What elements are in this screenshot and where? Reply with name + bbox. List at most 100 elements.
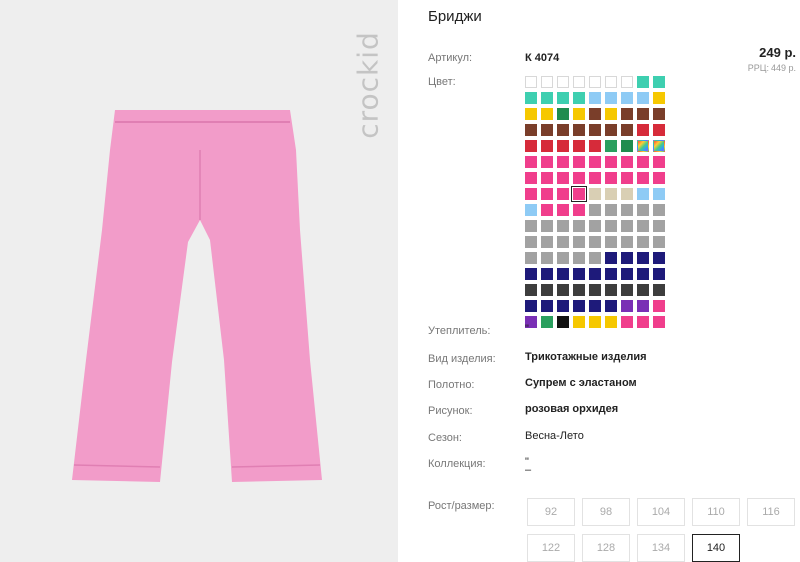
- color-swatch[interactable]: [589, 124, 601, 136]
- color-swatch[interactable]: [573, 220, 585, 232]
- color-swatch[interactable]: [525, 92, 537, 104]
- color-swatch[interactable]: [557, 124, 569, 136]
- color-swatch[interactable]: [605, 300, 617, 312]
- color-swatch[interactable]: [557, 188, 569, 200]
- size-option-116[interactable]: 116: [747, 498, 795, 526]
- color-swatch[interactable]: [541, 108, 553, 120]
- color-swatch[interactable]: [557, 300, 569, 312]
- color-swatch[interactable]: [525, 76, 537, 88]
- color-swatch[interactable]: [525, 108, 537, 120]
- color-swatch[interactable]: [589, 76, 601, 88]
- color-swatch[interactable]: [525, 220, 537, 232]
- color-swatch[interactable]: [541, 284, 553, 296]
- color-swatch[interactable]: [637, 156, 649, 168]
- color-swatch[interactable]: [621, 236, 633, 248]
- color-swatch[interactable]: [637, 172, 649, 184]
- color-swatch[interactable]: [621, 220, 633, 232]
- color-swatch[interactable]: [637, 188, 649, 200]
- color-swatch[interactable]: [573, 156, 585, 168]
- color-swatch[interactable]: [605, 284, 617, 296]
- color-swatch[interactable]: [621, 172, 633, 184]
- color-swatch[interactable]: [637, 92, 649, 104]
- color-swatch[interactable]: [653, 316, 665, 328]
- color-swatch[interactable]: [573, 300, 585, 312]
- color-swatch[interactable]: [557, 204, 569, 216]
- color-swatch[interactable]: [541, 124, 553, 136]
- color-swatch[interactable]: [557, 76, 569, 88]
- color-swatch[interactable]: [557, 220, 569, 232]
- color-swatch[interactable]: [589, 268, 601, 280]
- color-swatch[interactable]: [621, 204, 633, 216]
- color-swatch[interactable]: [525, 284, 537, 296]
- color-swatch[interactable]: [653, 188, 665, 200]
- color-swatch[interactable]: [557, 92, 569, 104]
- color-swatch[interactable]: [621, 140, 633, 152]
- color-swatch[interactable]: [653, 76, 665, 88]
- color-swatch[interactable]: [557, 284, 569, 296]
- color-swatch[interactable]: [589, 204, 601, 216]
- color-swatch[interactable]: [637, 124, 649, 136]
- color-swatch[interactable]: [589, 188, 601, 200]
- color-swatch[interactable]: [621, 284, 633, 296]
- color-swatch[interactable]: [637, 268, 649, 280]
- color-swatch[interactable]: [573, 316, 585, 328]
- color-swatch[interactable]: [653, 268, 665, 280]
- color-swatch[interactable]: [653, 140, 665, 152]
- color-swatch[interactable]: [589, 300, 601, 312]
- color-swatch[interactable]: [621, 156, 633, 168]
- color-swatch[interactable]: [525, 268, 537, 280]
- color-swatch[interactable]: [557, 108, 569, 120]
- color-swatch[interactable]: [637, 300, 649, 312]
- size-option-140[interactable]: 140: [692, 534, 740, 562]
- color-swatch[interactable]: [525, 140, 537, 152]
- color-swatch[interactable]: [637, 204, 649, 216]
- color-swatch[interactable]: [589, 172, 601, 184]
- color-swatch[interactable]: [573, 284, 585, 296]
- color-swatch[interactable]: [573, 124, 585, 136]
- color-swatch[interactable]: [637, 140, 649, 152]
- color-swatch[interactable]: [605, 316, 617, 328]
- color-swatch[interactable]: [573, 108, 585, 120]
- color-swatch[interactable]: [571, 186, 587, 202]
- color-swatch[interactable]: [605, 252, 617, 264]
- color-swatch[interactable]: [557, 140, 569, 152]
- color-swatch[interactable]: [541, 92, 553, 104]
- color-swatch[interactable]: [605, 108, 617, 120]
- color-swatch[interactable]: [589, 252, 601, 264]
- color-swatch[interactable]: [573, 204, 585, 216]
- color-swatch[interactable]: [605, 124, 617, 136]
- size-option-104[interactable]: 104: [637, 498, 685, 526]
- color-swatch[interactable]: [557, 252, 569, 264]
- color-swatch[interactable]: [637, 108, 649, 120]
- color-swatch[interactable]: [637, 316, 649, 328]
- color-swatch[interactable]: [621, 124, 633, 136]
- color-swatch[interactable]: [525, 172, 537, 184]
- color-swatch[interactable]: [541, 316, 553, 328]
- color-swatch[interactable]: [637, 220, 649, 232]
- color-swatch[interactable]: [653, 284, 665, 296]
- color-swatch[interactable]: [605, 268, 617, 280]
- color-swatch[interactable]: [557, 172, 569, 184]
- color-swatch[interactable]: [621, 316, 633, 328]
- color-swatch[interactable]: [541, 220, 553, 232]
- color-swatch[interactable]: [541, 76, 553, 88]
- color-swatch[interactable]: [605, 76, 617, 88]
- color-swatch[interactable]: [653, 300, 665, 312]
- color-swatch[interactable]: [557, 268, 569, 280]
- color-swatch[interactable]: [605, 220, 617, 232]
- color-swatch[interactable]: [621, 108, 633, 120]
- color-swatch[interactable]: [541, 156, 553, 168]
- color-swatch[interactable]: [525, 156, 537, 168]
- color-swatch[interactable]: [637, 252, 649, 264]
- color-swatch[interactable]: [589, 236, 601, 248]
- color-swatch[interactable]: [605, 140, 617, 152]
- color-swatch[interactable]: [589, 92, 601, 104]
- size-option-98[interactable]: 98: [582, 498, 630, 526]
- color-swatch[interactable]: [541, 252, 553, 264]
- color-swatch[interactable]: [525, 188, 537, 200]
- color-swatch[interactable]: [621, 268, 633, 280]
- color-swatch[interactable]: [621, 300, 633, 312]
- color-swatch[interactable]: [653, 108, 665, 120]
- color-swatch[interactable]: [573, 268, 585, 280]
- color-swatch[interactable]: [589, 284, 601, 296]
